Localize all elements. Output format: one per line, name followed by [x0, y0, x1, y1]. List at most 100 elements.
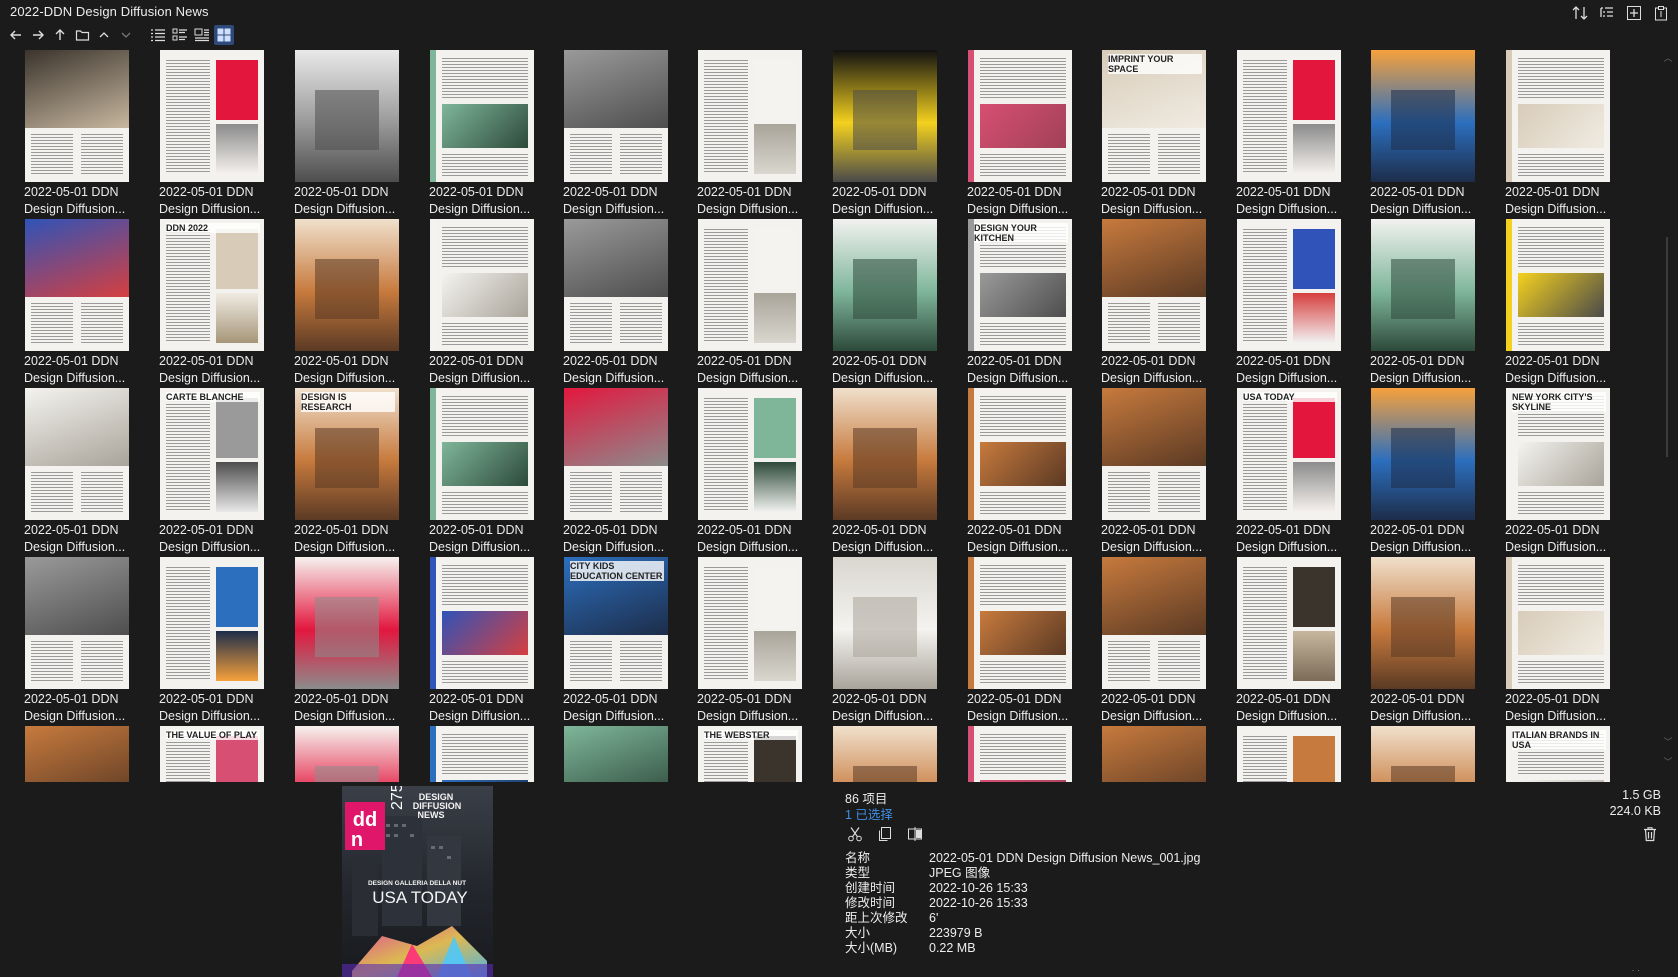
- thumbnail-item[interactable]: [1370, 723, 1496, 782]
- thumbnail-item[interactable]: DDN 2022 2022-05-01 DDN Design Diffusion..…: [159, 216, 285, 387]
- scrollbar-thumb[interactable]: [1666, 237, 1668, 457]
- thumbnail-image: [25, 50, 129, 182]
- sort-icon[interactable]: [1570, 3, 1589, 22]
- thumbnail-image: ITALIAN BRANDS IN USA: [1506, 726, 1610, 782]
- thumbnail-item[interactable]: 2022-05-01 DDN Design Diffusion...: [697, 385, 823, 556]
- thumbnail-item[interactable]: ITALIAN BRANDS IN USA: [1505, 723, 1631, 782]
- view-thumbnails-icon[interactable]: [214, 25, 234, 45]
- outline-icon[interactable]: [1597, 3, 1616, 22]
- thumbnail-item[interactable]: 2022-05-01 DDN Design Diffusion...: [832, 216, 958, 387]
- thumbnail-item[interactable]: CARTE BLANCHE 2022-05-01 DDN Design Diffus…: [159, 385, 285, 556]
- clipboard-icon[interactable]: [1651, 3, 1670, 22]
- folder-icon[interactable]: [72, 25, 92, 45]
- new-panel-icon[interactable]: [1624, 3, 1643, 22]
- thumbnail-item[interactable]: DESIGN IS RESEARCH 2022-05-01 DDN Design D…: [294, 385, 420, 556]
- property-value[interactable]: 6': [929, 911, 938, 926]
- thumbnail-item[interactable]: 2022-05-01 DDN Design Diffusion...: [294, 216, 420, 387]
- thumbnail-item[interactable]: 2022-05-01 DDN Design Diffusion...: [1370, 385, 1496, 556]
- thumbnail-item[interactable]: 2022-05-01 DDN Design Diffusion...: [697, 47, 823, 218]
- thumbnail-item[interactable]: 2022-05-01 DDN Design Diffusion...: [697, 554, 823, 725]
- thumbnail-item[interactable]: 2022-05-01 DDN Design Diffusion...: [697, 216, 823, 387]
- thumbnail-item[interactable]: [294, 723, 420, 782]
- thumbnail-item[interactable]: 2022-05-01 DDN Design Diffusion...: [832, 385, 958, 556]
- view-tiles-icon[interactable]: [192, 25, 212, 45]
- thumbnail-item[interactable]: [967, 723, 1093, 782]
- thumbnail-image: [295, 219, 399, 351]
- thumbnail-caption-title: Design Diffusion...: [429, 202, 531, 216]
- thumbnail-item[interactable]: NEW YORK CITY'S SKYLINE 2022-05-01 DDN Des…: [1505, 385, 1631, 556]
- thumbnail-item[interactable]: 2022-05-01 DDN Design Diffusion...: [1101, 216, 1227, 387]
- thumbnail-caption-title: Design Diffusion...: [1505, 202, 1607, 216]
- thumbnail-item[interactable]: 2022-05-01 DDN Design Diffusion...: [429, 47, 555, 218]
- thumbnail-item[interactable]: [1236, 723, 1362, 782]
- trash-icon[interactable]: [1640, 824, 1660, 844]
- thumbnail-item[interactable]: 2022-05-01 DDN Design Diffusion...: [1236, 216, 1362, 387]
- thumbnail-item[interactable]: THE WEBSTER: [697, 723, 823, 782]
- chevron-up-icon[interactable]: [94, 25, 114, 45]
- property-value[interactable]: 2022-10-26 15:33: [929, 896, 1028, 911]
- thumbnail-item[interactable]: 2022-05-01 DDN Design Diffusion...: [1370, 216, 1496, 387]
- arrow-up-icon[interactable]: [50, 25, 70, 45]
- thumbnail-item[interactable]: 2022-05-01 DDN Design Diffusion...: [429, 385, 555, 556]
- thumbnail-item[interactable]: 2022-05-01 DDN Design Diffusion...: [1505, 216, 1631, 387]
- thumbnail-item[interactable]: 2022-05-01 DDN Design Diffusion...: [967, 385, 1093, 556]
- thumbnail-item[interactable]: 2022-05-01 DDN Design Diffusion...: [563, 47, 689, 218]
- thumbnail-item[interactable]: 2022-05-01 DDN Design Diffusion...: [1505, 554, 1631, 725]
- thumbnail-item[interactable]: IMPRINT YOUR SPACE 2022-05-01 DDN Design D…: [1101, 47, 1227, 218]
- scissors-icon[interactable]: [845, 824, 865, 844]
- thumbnail-item[interactable]: 2022-05-01 DDN Design Diffusion...: [429, 216, 555, 387]
- copy-icon[interactable]: [875, 824, 895, 844]
- thumbnail-item[interactable]: 2022-05-01 DDN Design Diffusion...: [429, 554, 555, 725]
- view-list-icon[interactable]: [148, 25, 168, 45]
- thumbnail-item[interactable]: 2022-05-01 DDN Design Diffusion...: [1101, 554, 1227, 725]
- property-value[interactable]: 223979 B: [929, 926, 983, 941]
- thumbnail-item[interactable]: 2022-05-01 DDN Design Diffusion...: [1370, 554, 1496, 725]
- thumbnail-item[interactable]: 2022-05-01 DDN Design Diffusion...: [967, 554, 1093, 725]
- thumbnail-item[interactable]: THE VALUE OF PLAY: [159, 723, 285, 782]
- compare-icon[interactable]: [905, 824, 925, 844]
- property-value[interactable]: JPEG 图像: [929, 866, 990, 881]
- thumbnail-item[interactable]: [24, 723, 150, 782]
- thumbnail-caption-date: 2022-05-01 DDN: [1370, 523, 1465, 537]
- thumbnail-item[interactable]: 2022-05-01 DDN Design Diffusion...: [563, 216, 689, 387]
- thumbnail-item[interactable]: 2022-05-01 DDN Design Diffusion...: [1236, 47, 1362, 218]
- thumbnail-item[interactable]: 2022-05-01 DDN Design Diffusion...: [1505, 47, 1631, 218]
- thumbnail-item[interactable]: 2022-05-01 DDN Design Diffusion...: [1101, 385, 1227, 556]
- selected-count[interactable]: 1 已选择: [845, 804, 893, 823]
- thumbnail-item[interactable]: [832, 723, 958, 782]
- thumbnail-item[interactable]: 2022-05-01 DDN Design Diffusion...: [294, 554, 420, 725]
- thumbnail-caption-title: Design Diffusion...: [832, 202, 934, 216]
- thumbnail-item[interactable]: USA TODAY 2022-05-01 DDN Design Diffusion.…: [1236, 385, 1362, 556]
- thumbnail-item[interactable]: 2022-05-01 DDN Design Diffusion...: [563, 385, 689, 556]
- thumbnail-item[interactable]: 2022-05-01 DDN Design Diffusion...: [24, 554, 150, 725]
- property-value[interactable]: 2022-05-01 DDN Design Diffusion News_001…: [929, 851, 1200, 866]
- thumbnail-item[interactable]: 2022-05-01 DDN Design Diffusion...: [24, 216, 150, 387]
- thumbnail-item[interactable]: 2022-05-01 DDN Design Diffusion...: [159, 47, 285, 218]
- property-value[interactable]: 2022-10-26 15:33: [929, 881, 1028, 896]
- thumbnail-item[interactable]: 2022-05-01 DDN Design Diffusion...: [1236, 554, 1362, 725]
- thumbnail-item[interactable]: 2022-05-01 DDN Design Diffusion...: [24, 385, 150, 556]
- scroll-end-icon[interactable]: ﹀: [1663, 757, 1673, 767]
- thumbnail-item[interactable]: 2022-05-01 DDN Design Diffusion...: [1370, 47, 1496, 218]
- thumbnail-item[interactable]: [563, 723, 689, 782]
- scroll-up-icon[interactable]: ︿: [1663, 53, 1673, 63]
- view-details-icon[interactable]: [170, 25, 190, 45]
- thumbnail-item[interactable]: 2022-05-01 DDN Design Diffusion...: [832, 554, 958, 725]
- thumbnail-item[interactable]: DESIGN YOUR KITCHEN 2022-05-01 DDN Design …: [967, 216, 1093, 387]
- resize-grip[interactable]: · ·: [1632, 965, 1641, 975]
- arrow-left-icon[interactable]: [6, 25, 26, 45]
- chevron-down-icon[interactable]: [116, 25, 136, 45]
- thumbnail-item[interactable]: 2022-05-01 DDN Design Diffusion...: [832, 47, 958, 218]
- arrow-right-icon[interactable]: [28, 25, 48, 45]
- thumbnail-item[interactable]: 2022-05-01 DDN Design Diffusion...: [24, 47, 150, 218]
- scroll-down-icon[interactable]: ﹀: [1663, 737, 1673, 747]
- thumbnail-caption-title: Design Diffusion...: [1370, 202, 1472, 216]
- property-value[interactable]: 0.22 MB: [929, 941, 976, 956]
- thumbnail-item[interactable]: 2022-05-01 DDN Design Diffusion...: [967, 47, 1093, 218]
- thumbnail-item[interactable]: CITY KIDS EDUCATION CENTER 2022-05-01 DDN…: [563, 554, 689, 725]
- vertical-scrollbar[interactable]: ︿ ﹀ ﹀: [1660, 47, 1674, 782]
- thumbnail-item[interactable]: 2022-05-01 DDN Design Diffusion...: [159, 554, 285, 725]
- thumbnail-item[interactable]: 2022-05-01 DDN Design Diffusion...: [294, 47, 420, 218]
- thumbnail-item[interactable]: [429, 723, 555, 782]
- thumbnail-item[interactable]: [1101, 723, 1227, 782]
